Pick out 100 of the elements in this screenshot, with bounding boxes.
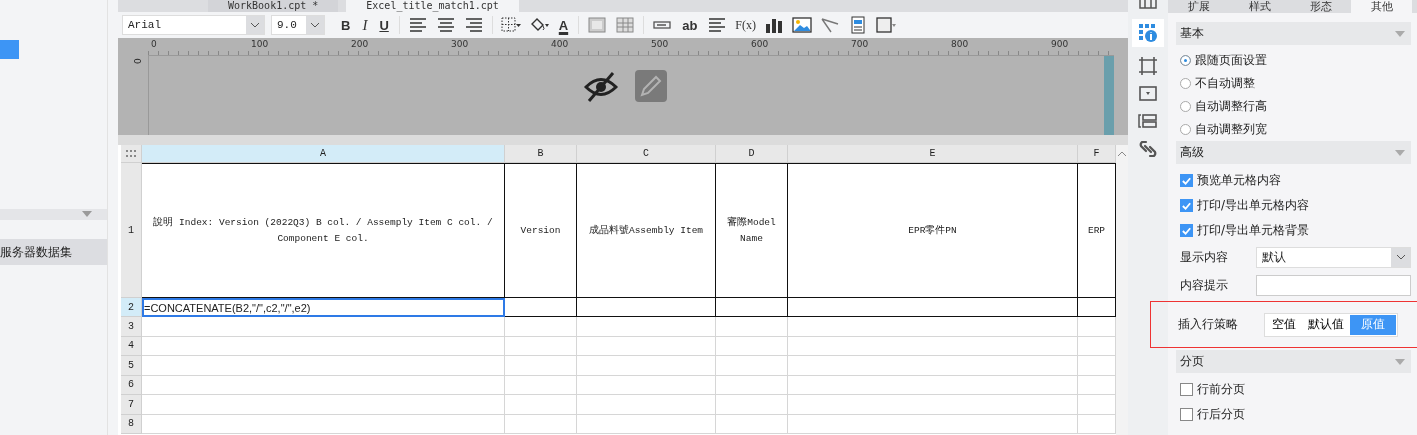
table-cell[interactable]: =CONCATENATE(B2,"/",c2,"/",e2) [142,298,505,317]
bar-chart-icon[interactable] [763,16,785,34]
ruler-label: 700 [851,39,869,49]
table-cell[interactable]: Version [505,163,577,298]
radio-button[interactable] [1180,78,1191,89]
radio-option[interactable]: 不自动调整 [1176,72,1411,95]
table-cell[interactable]: 成品料號Assembly Item [577,163,716,298]
file-tab[interactable]: Excel_title_match1.cpt [346,0,519,12]
checkbox[interactable] [1180,383,1193,396]
crop-frame-icon[interactable] [1138,56,1158,76]
edit-icon[interactable] [635,70,667,102]
table-cell[interactable]: EPR零件PN [788,163,1078,298]
section-header[interactable]: 基本 [1176,22,1411,45]
link-icon[interactable] [1138,139,1158,159]
size-select[interactable]: 9.0 [271,15,325,35]
input-field[interactable] [1256,274,1411,296]
radio-button[interactable] [1180,101,1191,112]
ruler-label: 0 [151,39,157,49]
display-select[interactable]: 默认 [1256,246,1411,268]
radio-option[interactable]: 跟随页面设置 [1176,49,1411,72]
table-icon[interactable] [614,16,637,34]
caret-icon [1395,358,1405,365]
select-all-handle[interactable] [121,145,142,163]
ruler-label: 400 [551,39,569,49]
field-label: 显示内容 [1180,248,1229,266]
table-cell[interactable] [577,298,716,317]
tool-tab[interactable] [1132,19,1164,47]
cell-icon[interactable] [1138,0,1158,10]
ruler-label: 300 [451,39,469,49]
panel-tab[interactable]: 样式 [1229,0,1290,13]
hidden-eye-icon[interactable] [584,72,618,102]
caret-icon [1395,30,1405,37]
checkbox[interactable] [1180,224,1193,237]
sidebar-item[interactable]: 服务器数据集 [0,239,107,265]
text-button[interactable]: ab [678,14,702,36]
scrollbar[interactable] [1116,145,1128,435]
frame-icon[interactable] [875,16,897,34]
row-header[interactable]: 5 [121,356,142,376]
checkbox-option[interactable]: 行后分页 [1176,402,1411,427]
formula-button[interactable]: F(x) [733,14,758,36]
diagonal-line-icon[interactable] [819,16,841,34]
section-header[interactable]: 分页 [1176,350,1411,373]
ruler-label: 200 [351,39,369,49]
ruler-label: 900 [1051,39,1069,49]
bold-button[interactable]: B [337,14,355,36]
column-header[interactable]: C [577,145,716,163]
section-header[interactable]: 高级 [1176,141,1411,164]
table-cell[interactable]: 審際Model Name [716,163,788,298]
option-label: 跟随页面设置 [1195,52,1267,69]
table-icon[interactable] [586,16,609,34]
caret-icon [250,22,260,28]
table-cell[interactable] [788,298,1078,317]
scroll-up-icon[interactable] [1117,151,1127,157]
grid-dots-icon [126,149,136,158]
panel-tab[interactable]: 其他 [1351,0,1412,13]
font-select[interactable]: Arial [122,15,265,35]
row-header[interactable]: 3 [121,317,142,337]
section-title: 基本 [1180,25,1204,42]
checkbox-option[interactable]: 预览单元格内容 [1176,168,1411,193]
checkbox-option[interactable]: 行前分页 [1176,377,1411,402]
border-icon[interactable] [499,16,522,34]
table-cell[interactable] [505,298,577,317]
checkbox-option[interactable]: 打印/导出单元格内容 [1176,193,1411,218]
file-tab[interactable]: WorkBook1.cpt * [208,0,339,12]
row-header[interactable]: 1 [121,163,142,298]
option-label: 打印/导出单元格背景 [1197,222,1310,239]
checkbox-option[interactable]: 打印/导出单元格背景 [1176,218,1411,243]
checkbox[interactable] [1180,408,1193,421]
column-header[interactable]: B [505,145,577,163]
radio-option[interactable]: 自动调整行高 [1176,95,1411,118]
panel-tab[interactable]: 扩展 [1168,0,1229,13]
panel-tab[interactable]: 形态 [1290,0,1351,13]
dropdown-box-icon[interactable] [1138,85,1158,103]
radio-option[interactable]: 自动调整列宽 [1176,118,1411,141]
collapse-arrow-icon[interactable] [82,211,92,217]
column-header[interactable]: A [142,145,505,163]
radio-button[interactable] [1180,55,1191,66]
field-label: 内容提示 [1180,276,1229,294]
layout-icon[interactable] [1138,112,1158,130]
radio-button[interactable] [1180,124,1191,135]
section-title: 高级 [1180,144,1204,161]
row-header[interactable]: 2 [121,298,142,317]
checkbox[interactable] [1180,174,1193,187]
image-icon[interactable] [791,16,813,34]
ruler-label: 100 [251,39,269,49]
row-header[interactable]: 7 [121,395,142,415]
underline-button[interactable]: U [375,14,393,36]
table-cell[interactable] [716,298,788,317]
option-label: 行后分页 [1197,406,1245,423]
option-label: 自动调整行高 [1195,98,1267,115]
italic-button[interactable]: I [358,14,372,36]
checkbox[interactable] [1180,199,1193,212]
font-color-button[interactable]: A [554,14,573,36]
ruler-label: 600 [751,39,769,49]
column-header[interactable]: E [788,145,1078,163]
option-label: 打印/导出单元格内容 [1197,197,1310,214]
ruler-label: 500 [651,39,669,49]
column-header[interactable]: F [1078,145,1116,163]
column-header[interactable]: D [716,145,788,163]
table-cell[interactable]: 說明 Index: Version (2022Q3) B col. / Assemply Item C col. / Component E col. [142,163,505,298]
